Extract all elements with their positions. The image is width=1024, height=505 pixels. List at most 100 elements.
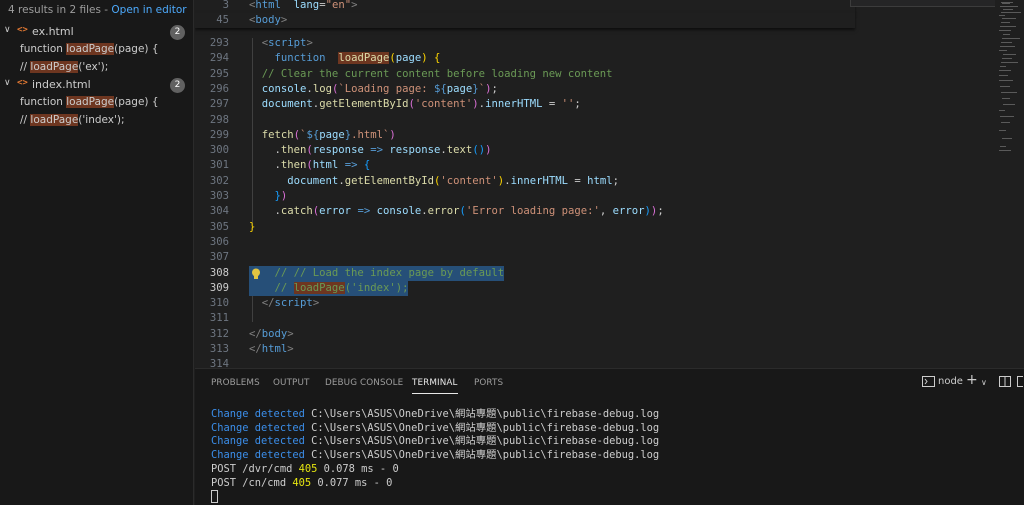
code-line[interactable]: 299 fetch(`${page}.html`) (195, 128, 995, 143)
terminal-cursor (211, 490, 218, 503)
code-token: response (312, 144, 364, 157)
line-number: 304 (209, 205, 229, 218)
code-token: script (268, 37, 307, 49)
minimap-line (999, 150, 1011, 151)
code-token: ) (280, 190, 288, 202)
code-line[interactable]: 310 </script> (195, 296, 995, 311)
code-token: ${ (434, 82, 447, 95)
code-token: ('index'); (344, 281, 409, 294)
match-highlight: loadPage (66, 43, 115, 55)
code-line[interactable]: 308 // // Load the index page by default (195, 265, 995, 281)
minimap-line (1000, 86, 1010, 87)
code-line[interactable]: 304 .catch(error => console.error('Error… (195, 204, 995, 219)
bottom-panel: PROBLEMS OUTPUT DEBUG CONSOLE TERMINAL P… (195, 368, 1024, 505)
code-line[interactable]: 294 function loadPage(page) { (195, 51, 995, 66)
match-count-badge: 2 (170, 25, 185, 40)
code-line[interactable]: 313 </html> (195, 342, 995, 357)
terminal-line: POST /cn/cmd 405 0.077 ms - 0 (211, 477, 392, 491)
chevron-down-icon[interactable]: ∨ (4, 78, 11, 88)
terminal-line: Change detected C:\Users\ASUS\OneDrive\網… (211, 408, 659, 422)
code-token: ${ (306, 128, 320, 141)
terminal-line: POST /dvr/cmd 405 0.078 ms - 0 (211, 463, 399, 477)
tab-output[interactable]: OUTPUT (273, 378, 309, 388)
terminal-shell-name[interactable]: node (938, 376, 963, 387)
code-token: 405 (298, 462, 318, 475)
sticky-scroll-line[interactable]: 3 <html lang="en"> (195, 0, 855, 13)
code-line[interactable]: 306 (195, 235, 995, 250)
lightbulb-icon[interactable] (251, 265, 261, 279)
code-line[interactable]: 301 .then(html => { (195, 158, 995, 173)
match-highlight: loadPage (30, 114, 79, 126)
sticky-scroll-line[interactable]: 45 <body> (195, 13, 855, 29)
split-terminal-icon[interactable] (999, 376, 1011, 390)
code-line[interactable]: 303 }) (195, 189, 995, 204)
tab-terminal[interactable]: TERMINAL (412, 378, 458, 394)
code-line[interactable]: 314 (195, 357, 995, 368)
minimap-line (999, 110, 1005, 111)
panel-layout-icon[interactable] (1017, 376, 1024, 390)
match-suffix: ('index'); (78, 114, 125, 126)
minimap[interactable] (995, 0, 1024, 368)
open-in-editor-link[interactable]: Open in editor (111, 4, 186, 16)
code-line[interactable]: 309 // loadPage('index'); (195, 280, 995, 296)
code-line[interactable]: 305} (195, 220, 995, 235)
file-name: index.html (32, 78, 91, 91)
tab-ports[interactable]: PORTS (474, 378, 503, 388)
search-file-ex[interactable]: ∨ <> ex.html 2 (0, 24, 194, 41)
search-match[interactable]: function loadPage(page) { (20, 43, 159, 55)
chevron-down-icon[interactable]: ∨ (981, 378, 987, 387)
line-number: 296 (209, 82, 229, 95)
code-text: <body> (249, 13, 287, 28)
code-line[interactable]: 293 <script> (195, 36, 995, 51)
line-number: 297 (209, 98, 229, 111)
code-text: fetch(`${page}.html`) (249, 128, 396, 143)
search-match[interactable]: // loadPage('index'); (20, 114, 125, 126)
code-token: catch (280, 205, 313, 218)
code-token: C:\Users\ASUS\OneDrive\網站專題\public\fireb… (311, 449, 660, 462)
match-prefix: function (20, 43, 67, 55)
code-line[interactable]: 311 (195, 311, 995, 326)
search-match[interactable]: function loadPage(page) { (20, 96, 159, 108)
code-token: 405 (292, 476, 312, 489)
minimap-line (1000, 66, 1006, 67)
minimap-line (1001, 22, 1010, 23)
code-text: </script> (249, 296, 319, 311)
code-text: .catch(error => console.error('Error loa… (249, 204, 664, 219)
code-line[interactable]: 300 .then(response => response.text()) (195, 143, 995, 158)
code-line[interactable]: 302 document.getElementById('content').i… (195, 174, 995, 189)
code-token: POST /cn/cmd (211, 476, 293, 489)
code-line[interactable]: 307 (195, 250, 995, 265)
code-token: 'content' (414, 98, 473, 111)
search-match[interactable]: // loadPage('ex'); (20, 61, 108, 73)
code-token: > (312, 297, 320, 310)
tab-problems[interactable]: PROBLEMS (211, 378, 260, 388)
code-editor[interactable]: 3 <html lang="en"> 45 <body> 293 <script> 294… (195, 0, 1024, 368)
chevron-down-icon[interactable]: ∨ (4, 25, 11, 35)
plus-icon[interactable]: + (966, 372, 978, 388)
code-text: </body> (249, 327, 294, 342)
code-token: page (446, 82, 473, 95)
tab-debug-console[interactable]: DEBUG CONSOLE (325, 378, 403, 388)
code-line[interactable]: 298 (195, 113, 995, 128)
minimap-line (1002, 138, 1012, 139)
code-token: Change detected (211, 408, 312, 420)
code-token: POST /dvr/cmd (211, 462, 299, 475)
code-token: // (249, 281, 294, 294)
code-line[interactable]: 296 console.log(`Loading page: ${page}`)… (195, 82, 995, 97)
code-line[interactable]: 295 // Clear the current content before … (195, 67, 995, 82)
line-number: 307 (209, 251, 229, 264)
minimap-line (1003, 54, 1016, 55)
minimap-line (999, 80, 1013, 81)
code-line[interactable]: 297 document.getElementById('content').i… (195, 97, 995, 112)
file-name: ex.html (32, 25, 74, 38)
code-text: document.getElementById('content').inner… (249, 97, 581, 112)
line-number: 299 (209, 128, 229, 141)
minimap-line (999, 50, 1007, 51)
code-line[interactable]: 312 </body> (195, 327, 995, 342)
search-file-index[interactable]: ∨ <> index.html 2 (0, 77, 194, 94)
code-text: console.log(`Loading page: ${page}`); (249, 82, 498, 97)
code-token: script (274, 297, 313, 310)
